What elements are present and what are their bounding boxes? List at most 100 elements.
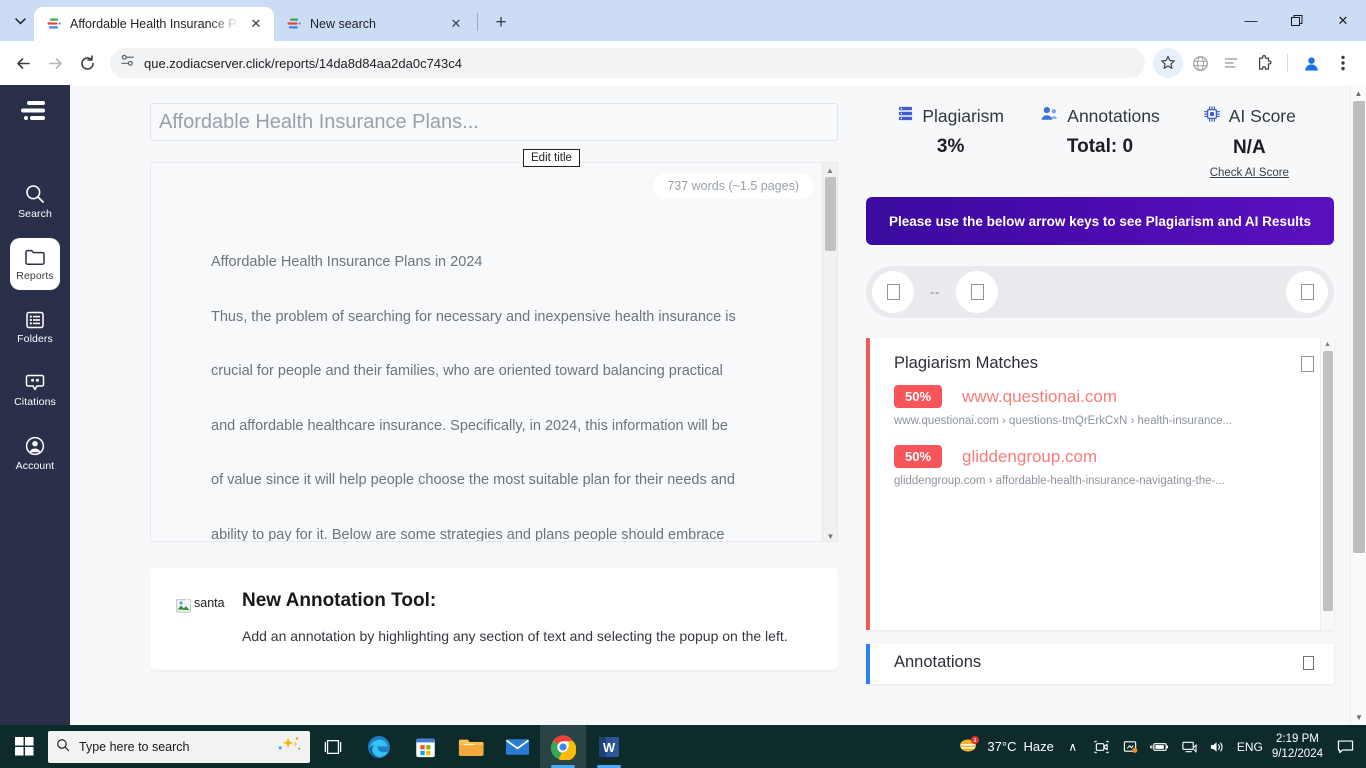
- sidebar-item-reports[interactable]: Reports: [10, 238, 60, 290]
- taskbar-app-microsoft-store[interactable]: [402, 725, 448, 768]
- sidebar-item-folders[interactable]: Folders: [10, 301, 60, 353]
- sidebar-item-citations[interactable]: Citations: [10, 364, 60, 416]
- card-header: Plagiarism Matches: [870, 338, 1334, 379]
- document-line: of value since it will help people choos…: [211, 472, 735, 488]
- taskbar-app-file-explorer[interactable]: [448, 725, 494, 768]
- taskbar-clock[interactable]: 2:19 PM 9/12/2024: [1272, 732, 1323, 762]
- taskbar-app-edge[interactable]: [356, 725, 402, 768]
- weather-widget[interactable]: 1 37°C Haze: [958, 736, 1054, 757]
- bookmark-star-icon[interactable]: [1153, 48, 1183, 78]
- document-line: ability to pay for it. Below are some st…: [211, 526, 725, 542]
- list-icon: [26, 311, 44, 328]
- plagiarism-match-item[interactable]: 50% www.questionai.com www.questionai.co…: [870, 379, 1334, 427]
- close-icon[interactable]: ✕: [447, 15, 465, 33]
- sidebar-item-label: Reports: [16, 269, 54, 282]
- taskbar-search-placeholder: Type here to search: [79, 739, 190, 754]
- broken-image-alt-text: santa: [194, 596, 225, 610]
- database-stack-icon: [897, 105, 914, 127]
- scroll-up-icon[interactable]: ▲: [1321, 338, 1334, 351]
- match-header: 50% www.questionai.com: [894, 385, 1314, 408]
- broken-image-placeholder: santa: [176, 590, 225, 644]
- check-ai-score-link[interactable]: Check AI Score: [1179, 167, 1320, 179]
- taskbar-app-word[interactable]: W: [586, 725, 632, 768]
- taskbar-search-box[interactable]: Type here to search: [48, 730, 310, 763]
- notifications-icon[interactable]: [1332, 739, 1358, 754]
- battery-icon[interactable]: [1150, 741, 1170, 753]
- scroll-up-icon[interactable]: ▲: [823, 163, 837, 177]
- annotation-tool-heading: New Annotation Tool:: [242, 590, 437, 611]
- document-title-input[interactable]: Affordable Health Insurance Plans...: [150, 103, 838, 141]
- sidebar-item-account[interactable]: Account: [10, 427, 60, 479]
- volume-icon[interactable]: [1208, 740, 1228, 754]
- sidebar-item-label: Account: [15, 459, 55, 472]
- sidebar-item-search[interactable]: Search: [10, 175, 60, 227]
- brand-logo-icon[interactable]: [18, 99, 52, 129]
- scrollbar-thumb[interactable]: [825, 177, 836, 251]
- match-domain-link[interactable]: gliddengroup.com: [962, 447, 1097, 467]
- scrollbar-thumb[interactable]: [1353, 101, 1365, 553]
- forward-icon[interactable]: [40, 48, 70, 78]
- taskbar-app-chrome[interactable]: [540, 725, 586, 768]
- match-breadcrumb-path: www.questionai.com › questions-tmQrErkCx…: [894, 415, 1233, 427]
- new-tab-button[interactable]: +: [487, 9, 515, 37]
- minimize-button[interactable]: —: [1228, 0, 1274, 41]
- scroll-up-icon[interactable]: ▲: [1351, 85, 1366, 101]
- scroll-down-icon[interactable]: ▼: [1351, 709, 1366, 725]
- tab-divider: [477, 13, 478, 31]
- matches-scrollbar[interactable]: ▲: [1320, 338, 1334, 630]
- card-toggle-icon[interactable]: [1303, 655, 1314, 670]
- tab-title: New search: [310, 17, 376, 31]
- address-bar[interactable]: que.zodiacserver.click/reports/14da8d84a…: [110, 48, 1145, 78]
- chrome-menu-kebab-icon[interactable]: [1328, 48, 1358, 78]
- page-scrollbar[interactable]: ▲ ▼: [1350, 85, 1366, 725]
- onedrive-sync-icon[interactable]: [1121, 740, 1141, 754]
- document-column: Affordable Health Insurance Plans... Edi…: [150, 103, 838, 670]
- metric-label: Plagiarism: [922, 105, 1005, 126]
- site-settings-icon[interactable]: [120, 53, 135, 73]
- start-button[interactable]: [0, 725, 48, 768]
- word-count-badge: 737 words (~1.5 pages): [653, 173, 813, 199]
- match-domain-link[interactable]: www.questionai.com: [962, 387, 1117, 407]
- close-icon[interactable]: ✕: [247, 15, 265, 33]
- task-view-button[interactable]: [310, 725, 356, 768]
- browser-tab-inactive[interactable]: New search ✕: [274, 7, 474, 41]
- metric-header: Annotations: [1029, 105, 1170, 127]
- tray-expand-chevron-icon[interactable]: ∧: [1063, 740, 1083, 754]
- lines-favicon: [286, 16, 302, 32]
- profile-avatar-icon[interactable]: [1296, 48, 1326, 78]
- extensions-puzzle-icon[interactable]: [1249, 48, 1279, 78]
- document-scrollbar[interactable]: ▲ ▼: [822, 163, 837, 541]
- reload-icon[interactable]: [72, 48, 102, 78]
- metric-value: N/A: [1232, 137, 1266, 158]
- network-icon[interactable]: [1179, 740, 1199, 754]
- metric-plagiarism: Plagiarism 3%: [880, 105, 1021, 179]
- document-line: and affordable healthcare insurance. Spe…: [211, 417, 728, 434]
- card-toggle-icon[interactable]: [1301, 355, 1314, 372]
- card-header: Annotations: [870, 644, 1334, 678]
- url-text: que.zodiacserver.click/reports/14da8d84a…: [144, 55, 462, 71]
- lines-favicon: [46, 16, 62, 32]
- scroll-down-icon[interactable]: ▼: [823, 529, 837, 541]
- system-tray: 1 37°C Haze ∧ ENG 2:19 PM 9/12/2024: [958, 732, 1366, 762]
- metric-ai-score: AI Score N/A Check AI Score: [1179, 105, 1320, 179]
- tofu-glyph-icon: [886, 284, 900, 300]
- translate-globe-icon[interactable]: [1185, 48, 1215, 78]
- document-body-text[interactable]: Affordable Health Insurance Plans in 202…: [211, 235, 807, 542]
- next-result-button[interactable]: [956, 271, 998, 313]
- results-options-button[interactable]: [1286, 271, 1328, 313]
- maximize-button[interactable]: [1274, 0, 1320, 41]
- reading-list-icon[interactable]: [1217, 48, 1247, 78]
- toolbar-right-actions: [1153, 48, 1358, 78]
- toolbar-divider: [1287, 54, 1288, 72]
- previous-result-button[interactable]: [872, 271, 914, 313]
- browser-tab-active[interactable]: Affordable Health Insurance Pla ✕: [34, 7, 274, 41]
- back-icon[interactable]: [8, 48, 38, 78]
- scrollbar-thumb[interactable]: [1323, 351, 1333, 611]
- close-button[interactable]: ✕: [1320, 0, 1366, 41]
- taskbar-app-mail[interactable]: [494, 725, 540, 768]
- copilot-sparkle-icon[interactable]: [276, 735, 302, 758]
- tab-search-chevron-icon[interactable]: [6, 6, 34, 36]
- language-indicator[interactable]: ENG: [1237, 740, 1263, 754]
- plagiarism-match-item[interactable]: 50% gliddengroup.com gliddengroup.com › …: [870, 439, 1334, 487]
- camera-icon[interactable]: [1092, 740, 1112, 754]
